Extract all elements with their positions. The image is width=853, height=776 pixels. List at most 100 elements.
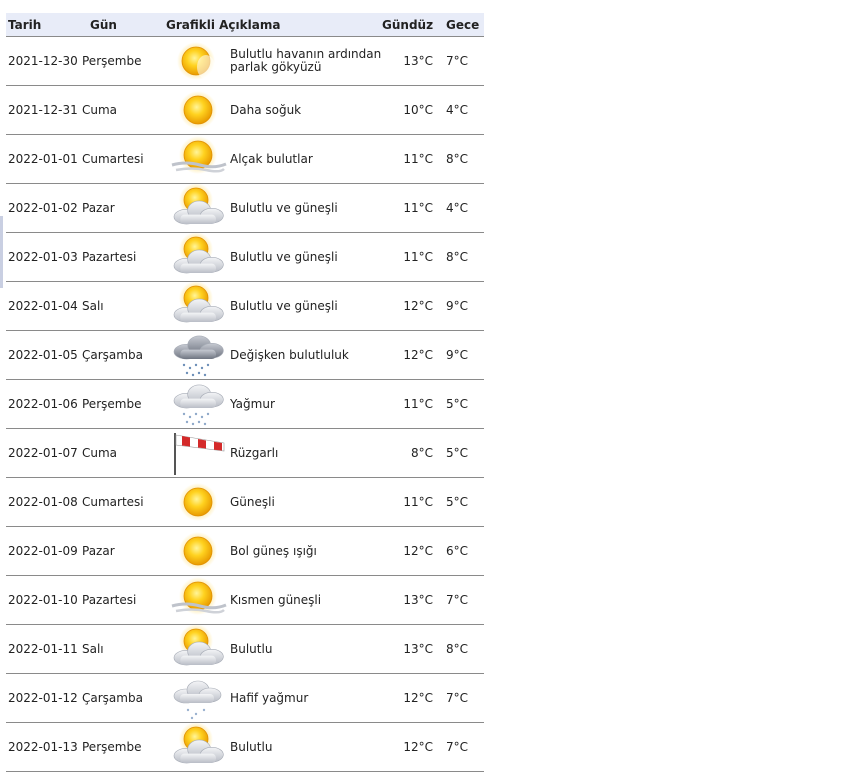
table-row: 2022-01-08 Cumartesi Güneşli 11°C 5°C xyxy=(6,477,485,527)
day-cell: Perşembe xyxy=(82,379,166,429)
day-cell: Cuma xyxy=(82,428,166,478)
weather-icon-cell xyxy=(166,36,230,86)
day-temp-cell: 11°C xyxy=(382,134,437,184)
day-cell: Pazar xyxy=(82,183,166,233)
sun-low-clouds-icon xyxy=(171,577,227,615)
day-temp-cell: 11°C xyxy=(382,232,437,282)
day-cell: Cuma xyxy=(82,85,166,135)
table-row: 2022-01-03 Pazartesi Bulutlu ve güneşli 11°… xyxy=(6,232,485,282)
day-temp-cell: 12°C xyxy=(382,281,437,331)
night-temp-cell: 8°C xyxy=(436,232,485,282)
header-description: Grafikli Açıklama xyxy=(166,13,383,37)
partly-cloudy-icon xyxy=(173,184,224,225)
sun-icon xyxy=(179,483,217,521)
weather-icon-cell xyxy=(166,183,230,233)
sun-icon xyxy=(179,91,217,129)
description-cell: Bulutlu ve güneşli xyxy=(230,183,383,233)
table-row: 2022-01-12 Çarşamba Hafif yağmur 12°C 7°C xyxy=(6,673,485,723)
table-row: 2022-01-04 Salı Bulutlu ve güneşli 12°C 9°C xyxy=(6,281,485,331)
weather-icon-cell xyxy=(166,477,230,527)
left-edge-strip xyxy=(0,216,3,288)
night-temp-cell: 5°C xyxy=(436,477,485,527)
partly-cloudy-icon xyxy=(173,625,224,666)
day-temp-cell: 11°C xyxy=(382,477,437,527)
description-cell: Bulutlu ve güneşli xyxy=(230,232,383,282)
table-row: 2022-01-01 Cumartesi Alçak bulutlar 11°C 8°C xyxy=(6,134,485,184)
day-temp-cell: 13°C xyxy=(382,624,437,674)
day-temp-cell: 13°C xyxy=(382,36,437,86)
day-temp-cell: 10°C xyxy=(382,85,437,135)
day-temp-cell: 11°C xyxy=(382,379,437,429)
header-night-temp: Gece xyxy=(436,13,485,37)
day-cell: Perşembe xyxy=(82,36,166,86)
weather-icon-cell xyxy=(166,673,230,723)
date-cell: 2022-01-11 xyxy=(6,624,82,674)
table-row: 2022-01-06 Perşembe Yağmur 11°C 5°C xyxy=(6,379,485,429)
date-cell: 2022-01-07 xyxy=(6,428,82,478)
weather-icon-cell xyxy=(166,575,230,625)
rain-cloud-icon xyxy=(173,384,224,426)
day-cell: Pazartesi xyxy=(82,575,166,625)
night-temp-cell: 4°C xyxy=(436,85,485,135)
description-cell: Alçak bulutlar xyxy=(230,134,383,184)
day-cell: Salı xyxy=(82,281,166,331)
date-cell: 2022-01-08 xyxy=(6,477,82,527)
weather-icon-cell xyxy=(166,624,230,674)
storm-rain-cloud-icon xyxy=(173,335,224,377)
weather-icon-cell xyxy=(166,330,230,380)
table-row: 2022-01-10 Pazartesi Kısmen güneşli 13°C 7°C xyxy=(6,575,485,625)
table-row: 2022-01-11 Salı Bulutlu 13°C 8°C xyxy=(6,624,485,674)
table-row: 2022-01-07 Cuma Rüzgarlı 8°C 5°C xyxy=(6,428,485,478)
description-cell: Bulutlu xyxy=(230,722,383,772)
night-temp-cell: 4°C xyxy=(436,183,485,233)
table-row: 2021-12-31 Cuma Daha soğuk 10°C 4°C xyxy=(6,85,485,135)
table-row: 2022-01-02 Pazar Bulutlu ve güneşli 11°C 4°C xyxy=(6,183,485,233)
weather-icon-cell xyxy=(166,379,230,429)
night-temp-cell: 5°C xyxy=(436,379,485,429)
weather-icon-cell xyxy=(166,85,230,135)
date-cell: 2022-01-10 xyxy=(6,575,82,625)
night-temp-cell: 8°C xyxy=(436,624,485,674)
night-temp-cell: 9°C xyxy=(436,281,485,331)
night-temp-cell: 6°C xyxy=(436,526,485,576)
weather-icon-cell xyxy=(166,232,230,282)
night-temp-cell: 7°C xyxy=(436,575,485,625)
date-cell: 2022-01-02 xyxy=(6,183,82,233)
table-row: 2022-01-13 Perşembe Bulutlu 12°C 7°C xyxy=(6,722,485,772)
table-header-row: Tarih Gün Grafikli Açıklama Gündüz Gece xyxy=(6,13,485,37)
day-temp-cell: 13°C xyxy=(382,575,437,625)
description-cell: Bol güneş ışığı xyxy=(230,526,383,576)
night-temp-cell: 9°C xyxy=(436,330,485,380)
day-temp-cell: 11°C xyxy=(382,183,437,233)
light-rain-cloud-icon xyxy=(173,680,222,720)
description-cell: Bulutlu ve güneşli xyxy=(230,281,383,331)
windsock-icon xyxy=(174,433,225,475)
day-temp-cell: 8°C xyxy=(382,428,437,478)
description-cell: Kısmen güneşli xyxy=(230,575,383,625)
description-cell: Daha soğuk xyxy=(230,85,383,135)
sun-low-clouds-icon xyxy=(171,136,227,174)
description-cell: Yağmur xyxy=(230,379,383,429)
weather-icon-cell xyxy=(166,281,230,331)
table-row: 2021-12-30 Perşembe Bulutlu havanın ardınd… xyxy=(6,36,485,86)
header-day: Gün xyxy=(82,13,166,37)
partly-cloudy-icon xyxy=(173,282,224,323)
weather-icon-cell xyxy=(166,428,230,478)
date-cell: 2021-12-31 xyxy=(6,85,82,135)
date-cell: 2022-01-01 xyxy=(6,134,82,184)
description-cell: Rüzgarlı xyxy=(230,428,383,478)
sun-icon xyxy=(179,532,217,570)
description-cell: Bulutlu xyxy=(230,624,383,674)
day-temp-cell: 12°C xyxy=(382,330,437,380)
date-cell: 2022-01-06 xyxy=(6,379,82,429)
date-cell: 2022-01-05 xyxy=(6,330,82,380)
sun-haze-icon xyxy=(177,42,215,80)
day-temp-cell: 12°C xyxy=(382,673,437,723)
day-cell: Salı xyxy=(82,624,166,674)
weather-forecast-table: Tarih Gün Grafikli Açıklama Gündüz Gece … xyxy=(6,13,485,772)
weather-icon-cell xyxy=(166,722,230,772)
night-temp-cell: 7°C xyxy=(436,673,485,723)
date-cell: 2022-01-12 xyxy=(6,673,82,723)
weather-icon-cell xyxy=(166,134,230,184)
day-cell: Cumartesi xyxy=(82,134,166,184)
